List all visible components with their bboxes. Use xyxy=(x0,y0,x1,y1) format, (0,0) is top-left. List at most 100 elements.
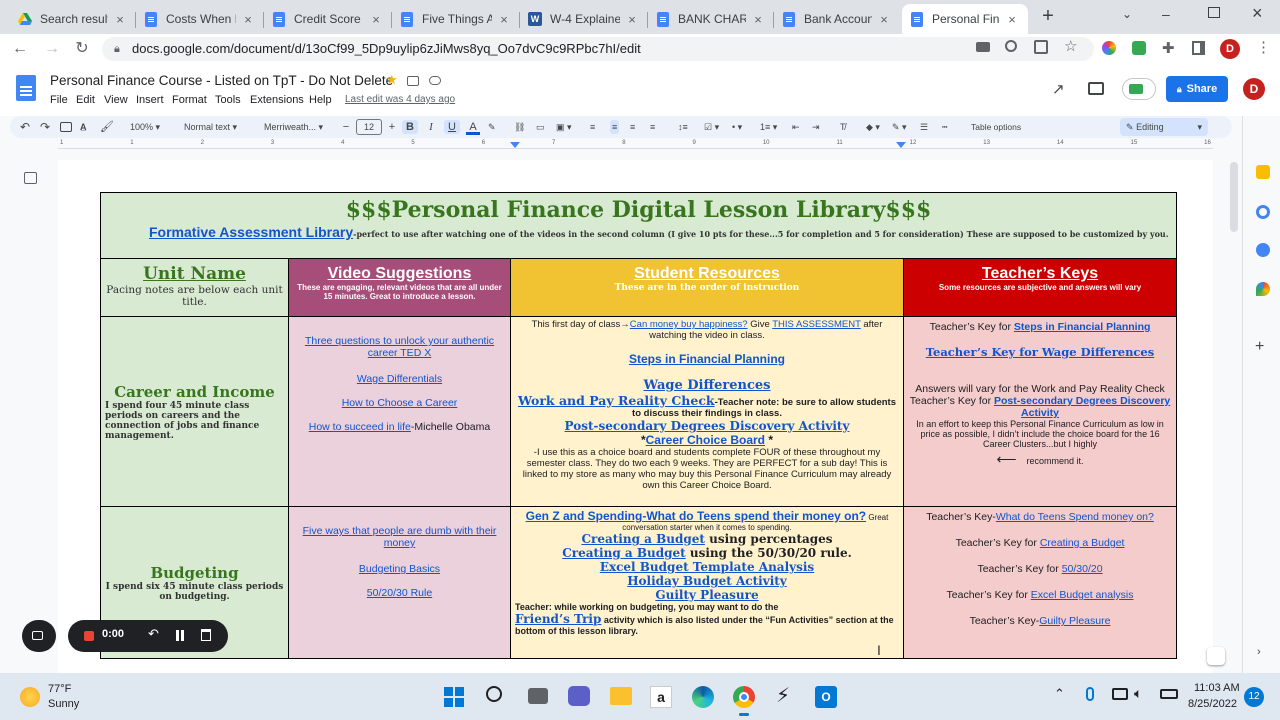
header-unit-name[interactable]: Unit Name Pacing notes are below each un… xyxy=(100,258,289,317)
browser-tab[interactable]: Search result × xyxy=(10,4,136,34)
browser-tab[interactable]: Bank Accoun × xyxy=(774,4,900,34)
increase-indent-icon[interactable]: ⇥ xyxy=(812,120,820,134)
paint-format-icon[interactable]: 🖌︎ xyxy=(100,120,114,134)
maps-icon[interactable] xyxy=(1256,282,1270,296)
style-select[interactable]: Normal text ▾ xyxy=(184,120,237,134)
right-indent-marker[interactable] xyxy=(896,142,906,148)
money-happiness-link[interactable]: Can money buy happiness? xyxy=(630,319,748,330)
maximize-icon[interactable] xyxy=(1208,7,1220,18)
key-guilty-pleasure-link[interactable]: Guilty Pleasure xyxy=(1039,615,1110,627)
genz-spending-link[interactable]: Gen Z and Spending-What do Teens spend t… xyxy=(526,509,866,523)
pause-icon[interactable] xyxy=(176,630,179,641)
cell-fill-color-icon[interactable]: ◆ ▾ xyxy=(866,120,880,134)
key-teens-spend-link[interactable]: What do Teens Spend money on? xyxy=(996,511,1154,523)
explore-button[interactable] xyxy=(1207,647,1225,665)
increase-font-size-button[interactable]: + xyxy=(386,120,398,134)
career-choice-board-link[interactable]: Career Choice Board xyxy=(646,433,765,447)
formative-assessment-link[interactable]: Formative Assessment Library xyxy=(149,224,353,240)
header-student-resources[interactable]: Student Resources These are in the order… xyxy=(510,258,904,317)
border-dash-icon[interactable]: ┅ xyxy=(942,120,947,134)
browser-tab[interactable]: W W-4 Explaine × xyxy=(520,4,648,34)
browser-tab[interactable]: BANK CHARG × xyxy=(648,4,774,34)
key-excel-link[interactable]: Excel Budget analysis xyxy=(1031,589,1134,601)
add-comment-icon[interactable]: ▭ xyxy=(536,120,545,134)
key-wage-differences-link[interactable]: Teacher’s Key for Wage Differences xyxy=(926,345,1154,359)
activity-trend-icon[interactable]: ↗ xyxy=(1052,80,1065,98)
share-button[interactable]: 🔒︎ Share xyxy=(1166,76,1228,102)
checklist-icon[interactable]: ☑ ▾ xyxy=(704,120,719,134)
cloud-status-icon[interactable] xyxy=(429,76,441,85)
close-icon[interactable]: × xyxy=(112,12,128,27)
extension-green-icon[interactable] xyxy=(1132,41,1146,55)
share-page-icon[interactable] xyxy=(1034,40,1048,54)
outline-icon[interactable] xyxy=(24,172,37,184)
redo-icon[interactable]: ↷ xyxy=(40,120,50,134)
steps-financial-planning-link[interactable]: Steps in Financial Planning xyxy=(629,352,785,366)
menu-edit[interactable]: Edit xyxy=(76,94,95,106)
align-right-icon[interactable]: ≡ xyxy=(630,120,635,134)
wage-differences-link[interactable]: Wage Differences xyxy=(643,378,770,393)
key-503020-link[interactable]: 50/30/20 xyxy=(1062,563,1103,575)
reality-check-link[interactable]: Work and Pay Reality Check xyxy=(518,393,715,408)
menu-tools[interactable]: Tools xyxy=(215,94,241,106)
bold-button[interactable]: B xyxy=(402,120,418,134)
more-menu-icon[interactable]: ⋮ xyxy=(1256,38,1271,56)
border-color-icon[interactable]: ✎ ▾ xyxy=(892,120,907,134)
weather-temp[interactable]: 77°F xyxy=(48,683,71,695)
notification-badge[interactable]: 12 xyxy=(1244,687,1264,707)
reload-icon[interactable]: ↻ xyxy=(72,39,92,59)
zoom-select[interactable]: 100% ▾ xyxy=(130,120,160,134)
vertical-scrollbar[interactable] xyxy=(1230,162,1238,232)
align-center-icon[interactable]: ≡ xyxy=(610,120,620,134)
clear-formatting-icon[interactable]: T̸ xyxy=(840,120,846,134)
font-select[interactable]: Merriweath... ▾ xyxy=(264,120,323,134)
header-video-suggestions[interactable]: Video Suggestions These are engaging, re… xyxy=(288,258,511,317)
font-size-input[interactable]: 12 xyxy=(356,119,382,135)
new-tab-button[interactable]: + xyxy=(1038,6,1058,26)
budget-keys-cell[interactable]: Teacher’s Key-What do Teens Spend money … xyxy=(902,506,1178,659)
profile-avatar[interactable]: D xyxy=(1220,39,1240,59)
chrome-icon[interactable] xyxy=(733,686,755,708)
friends-trip-link[interactable]: Friend’s Trip xyxy=(515,612,601,626)
assessment-link[interactable]: THIS ASSESSMENT xyxy=(772,319,861,330)
lesson-library-table[interactable]: $$$Personal Finance Digital Lesson Libra… xyxy=(99,192,1178,659)
excel-budget-link[interactable]: Excel Budget Template Analysis xyxy=(600,560,814,574)
insert-image-icon[interactable]: ▣ ▾ xyxy=(556,120,572,134)
unit-career-cell[interactable]: Career and Income I spend four 45 minute… xyxy=(100,316,289,507)
stop-record-icon[interactable] xyxy=(84,631,94,641)
banner-cell[interactable]: $$$Personal Finance Digital Lesson Libra… xyxy=(99,192,1178,259)
bulleted-list-icon[interactable]: • ▾ xyxy=(732,120,742,134)
window-close-icon[interactable]: × xyxy=(1252,3,1263,24)
keep-icon[interactable] xyxy=(1256,165,1270,179)
undo-icon[interactable]: ↶ xyxy=(20,120,30,134)
video-link[interactable]: How to succeed in life xyxy=(309,421,411,433)
bookmark-star-icon[interactable]: ☆ xyxy=(1064,37,1077,55)
comments-icon[interactable] xyxy=(1088,82,1104,95)
url-bar[interactable]: 🔒︎ docs.google.com/document/d/13oCf99_5D… xyxy=(102,37,1094,61)
video-link[interactable]: 50/20/30 Rule xyxy=(367,587,432,599)
extension-icon[interactable] xyxy=(1102,41,1116,55)
clock-time[interactable]: 11:03 AM xyxy=(1194,682,1240,694)
video-link[interactable]: How to Choose a Career xyxy=(342,397,458,409)
italic-button[interactable]: I xyxy=(424,120,438,134)
battery-icon[interactable] xyxy=(1160,689,1178,699)
close-icon[interactable]: × xyxy=(750,12,766,27)
restart-icon[interactable]: ↶ xyxy=(148,626,159,642)
header-teachers-keys[interactable]: Teacher’s Keys Some resources are subjec… xyxy=(902,258,1178,317)
underline-button[interactable]: U xyxy=(444,120,460,134)
creating-budget-503020-link[interactable]: Creating a Budget xyxy=(562,546,685,560)
postsecondary-activity-link[interactable]: Post-secondary Degrees Discovery Activit… xyxy=(565,419,850,433)
menu-file[interactable]: File xyxy=(50,94,68,106)
justify-icon[interactable]: ≡ xyxy=(650,120,655,134)
video-link[interactable]: Budgeting Basics xyxy=(359,563,440,575)
microphone-icon[interactable] xyxy=(1086,687,1094,701)
career-student-cell[interactable]: This first day of class→Can money buy ha… xyxy=(510,316,904,507)
add-addon-icon[interactable]: + xyxy=(1255,338,1264,356)
decrease-font-size-button[interactable]: − xyxy=(340,120,352,134)
account-avatar[interactable]: D xyxy=(1243,78,1265,100)
budget-videos-cell[interactable]: Five ways that people are dumb with thei… xyxy=(288,506,511,659)
editing-mode-select[interactable]: ✎ Editing ▾ xyxy=(1120,118,1208,136)
close-icon[interactable]: × xyxy=(496,12,512,27)
line-spacing-icon[interactable]: ↕≡ xyxy=(678,120,688,134)
career-videos-cell[interactable]: Three questions to unlock your authentic… xyxy=(288,316,511,507)
